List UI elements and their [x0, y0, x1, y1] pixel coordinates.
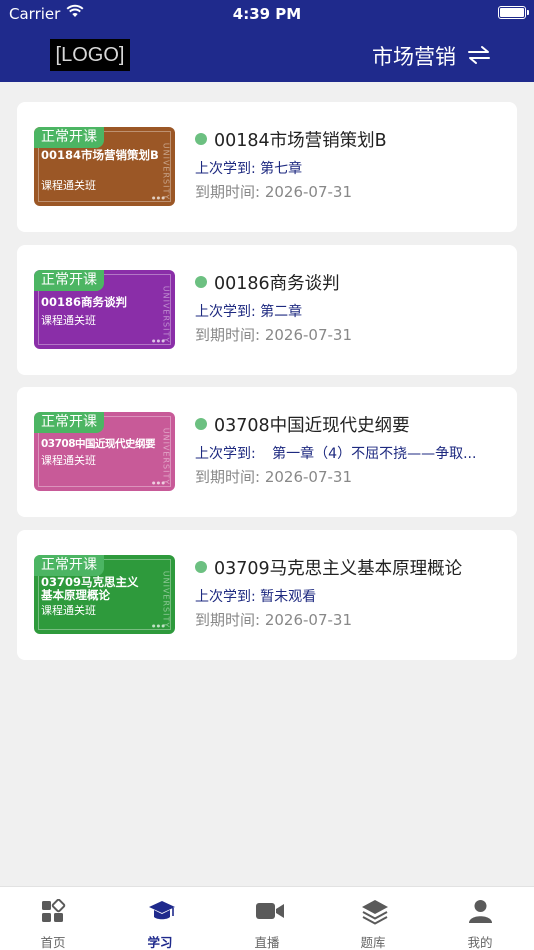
status-time: 4:39 PM: [232, 5, 302, 23]
tab-label: 我的: [467, 935, 493, 950]
last-studied: 上次学到: 第七章: [195, 158, 302, 178]
status-badge: 正常开课: [34, 127, 104, 148]
course-card[interactable]: UNIVERSITY 00186商务谈判 课程通关班 ● ● ● 正常开课 00…: [17, 245, 517, 375]
status-badge: 正常开课: [34, 270, 104, 291]
expire-date: 到期时间: 2026-07-31: [195, 324, 352, 345]
course-thumbnail: UNIVERSITY 00186商务谈判 课程通关班 ● ● ● 正常开课: [34, 270, 175, 349]
thumb-title: 03709马克思主义基本原理概论: [41, 575, 139, 602]
tab-label: 首页: [40, 935, 66, 950]
thumb-subtitle: 课程通关班: [41, 454, 96, 467]
battery-icon: [498, 6, 529, 19]
tab-home[interactable]: 首页: [0, 887, 106, 950]
thumb-watermark: ● ● ●: [151, 338, 165, 343]
thumb-title: 03708中国近现代史纲要: [41, 438, 156, 450]
thumb-subtitle: 课程通关班: [41, 604, 96, 617]
course-card[interactable]: UNIVERSITY 03708中国近现代史纲要 课程通关班 ● ● ● 正常开…: [17, 387, 517, 517]
expire-value: 2026-07-31: [264, 326, 353, 344]
tab-label: 学习: [147, 935, 173, 950]
home-grid-icon: [42, 899, 66, 922]
status-dot: [195, 418, 207, 430]
thumb-subtitle: 课程通关班: [41, 179, 96, 192]
tab-live[interactable]: 直播: [214, 887, 320, 950]
layers-icon: [362, 900, 388, 925]
app-logo: [LOGO]: [50, 39, 130, 71]
last-studied: 上次学到: 第一章（4）不屈不挠——争取...: [195, 443, 476, 463]
course-thumbnail: UNIVERSITY 03709马克思主义基本原理概论 课程通关班 ● ● ● …: [34, 555, 175, 634]
course-card[interactable]: UNIVERSITY 03709马克思主义基本原理概论 课程通关班 ● ● ● …: [17, 530, 517, 660]
expire-label: 到期时间:: [195, 183, 261, 201]
status-badge: 正常开课: [34, 555, 104, 576]
expire-value: 2026-07-31: [264, 183, 353, 201]
thumb-watermark: ● ● ●: [151, 195, 165, 200]
expire-label: 到期时间:: [195, 468, 261, 486]
thumb-title: 00184市场营销策划B: [41, 148, 159, 162]
status-dot: [195, 133, 207, 145]
expire-label: 到期时间:: [195, 611, 261, 629]
last-studied-label: 上次学到:: [195, 589, 256, 605]
top-header: Carrier 4:39 PM [LOGO] 市场营销: [0, 0, 534, 82]
last-studied-value: 暂未观看: [260, 589, 317, 605]
course-title: 03708中国近现代史纲要: [214, 416, 410, 436]
graduation-cap-icon: [149, 901, 175, 920]
expire-value: 2026-07-31: [264, 611, 353, 629]
last-studied-label: 上次学到:: [195, 304, 256, 320]
tab-label: 直播: [254, 935, 280, 950]
last-studied: 上次学到: 第二章: [195, 301, 302, 321]
thumb-subtitle: 课程通关班: [41, 314, 96, 327]
expire-date: 到期时间: 2026-07-31: [195, 466, 352, 487]
thumb-watermark: ● ● ●: [151, 623, 165, 628]
last-studied-value: 第二章: [260, 304, 303, 320]
course-card[interactable]: UNIVERSITY 00184市场营销策划B 课程通关班 ● ● ● 正常开课…: [17, 102, 517, 232]
expire-date: 到期时间: 2026-07-31: [195, 181, 352, 202]
video-camera-icon: [256, 903, 284, 919]
last-studied-label: 上次学到:: [195, 446, 256, 462]
course-title: 00184市场营销策划B: [214, 131, 387, 151]
last-studied: 上次学到: 暂未观看: [195, 586, 316, 606]
status-dot: [195, 561, 207, 573]
tab-profile[interactable]: 我的: [427, 887, 533, 950]
course-thumbnail: UNIVERSITY 03708中国近现代史纲要 课程通关班 ● ● ● 正常开…: [34, 412, 175, 491]
expire-label: 到期时间:: [195, 326, 261, 344]
thumb-title: 00186商务谈判: [41, 295, 128, 309]
thumb-watermark: ● ● ●: [151, 480, 165, 485]
tab-label: 题库: [360, 935, 386, 950]
status-bar: Carrier 4:39 PM: [0, 0, 534, 28]
tab-question-bank[interactable]: 题库: [320, 887, 426, 950]
major-title[interactable]: 市场营销: [372, 41, 456, 71]
expire-date: 到期时间: 2026-07-31: [195, 609, 352, 630]
last-studied-value: 第七章: [260, 161, 303, 177]
status-dot: [195, 276, 207, 288]
last-studied-value: 第一章（4）不屈不挠——争取...: [272, 446, 477, 462]
tab-study[interactable]: 学习: [107, 887, 213, 950]
course-title: 03709马克思主义基本原理概论: [214, 559, 463, 579]
expire-value: 2026-07-31: [264, 468, 353, 486]
bottom-tab-bar: 首页 学习 直播 题库 我的: [0, 886, 534, 950]
switch-arrows-icon[interactable]: [466, 42, 492, 68]
course-thumbnail: UNIVERSITY 00184市场营销策划B 课程通关班 ● ● ● 正常开课: [34, 127, 175, 206]
course-title: 00186商务谈判: [214, 274, 340, 294]
last-studied-label: 上次学到:: [195, 161, 256, 177]
person-icon: [469, 900, 492, 923]
status-badge: 正常开课: [34, 412, 104, 433]
